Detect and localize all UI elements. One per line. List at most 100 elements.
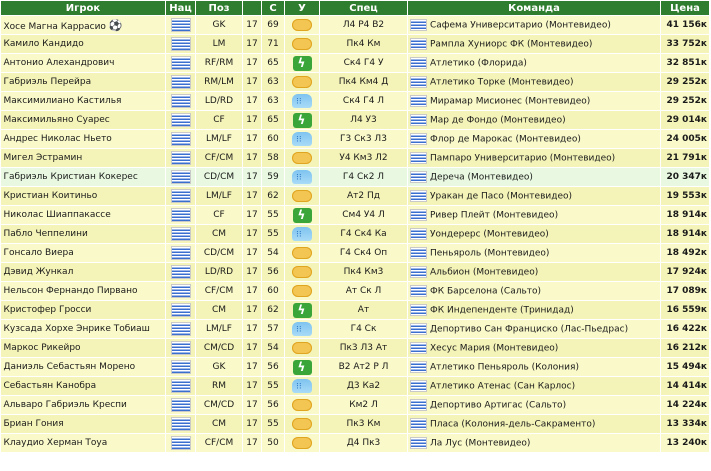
player-name-link[interactable]: Кузсада Хорхе Энрике Тобиаш [4, 324, 150, 334]
team-link[interactable]: Ривер Плейт (Монтевидео) [430, 211, 558, 221]
player-name-cell[interactable]: Кузсада Хорхе Энрике Тобиаш [0, 319, 166, 339]
player-name-cell[interactable]: Бриан Гония [0, 414, 166, 434]
team-link[interactable]: Депортиво Артигас (Сальто) [430, 401, 566, 411]
team-link[interactable]: Депортиво Сан Франциско (Лас-Пьедрас) [430, 325, 628, 335]
team-cell[interactable]: Ла Лус (Монтевидео) [407, 433, 661, 453]
col-strength-header[interactable]: С [261, 0, 285, 16]
table-row[interactable]: Габриэль Кристиан Кокерес CD/CM1759 Г4 Ск2… [0, 167, 710, 187]
player-name-cell[interactable]: Нельсон Фернандо Пирвано [0, 281, 166, 301]
player-name-link[interactable]: Гонсало Виера [4, 248, 74, 258]
player-name-cell[interactable]: Пабло Чеппелини [0, 224, 166, 244]
table-row[interactable]: Клаудио Херман Тоуа CF/CM 17 50 Д4 Пк3 Ла Лус… [0, 433, 710, 453]
player-name-link[interactable]: Максимилиано Кастилья [4, 96, 122, 106]
col-position-header[interactable]: Поз [195, 0, 243, 16]
team-cell[interactable]: Рампла Хуниорс ФК (Монтевидео) [407, 34, 661, 54]
team-link[interactable]: Ла Лус (Монтевидео) [430, 439, 530, 449]
table-row[interactable]: Гонсало Виера CD/CM 17 54 Г4 Ск4 Оп Пеньяроль… [0, 243, 710, 263]
team-link[interactable]: Флор де Марокас (Монтевидео) [430, 135, 581, 145]
player-name-link[interactable]: Нельсон Фернандо Пирвано [4, 286, 138, 296]
team-cell[interactable]: Хесус Мария (Монтевидео) [407, 338, 661, 358]
team-cell[interactable]: Пампаро Университарио (Монтевидео) [407, 148, 661, 168]
table-row[interactable]: Максимильяно Суарес CF1765 Л4 У3 Мар де Фон… [0, 110, 710, 130]
player-name-link[interactable]: Себастьян Канобра [4, 381, 97, 391]
table-row[interactable]: Кузсада Хорхе Энрике Тобиаш LM/LF1757 Г4 С… [0, 319, 710, 339]
team-cell[interactable]: Атлетико Торке (Монтевидео) [407, 72, 661, 92]
team-link[interactable]: Дереча (Монтевидео) [430, 173, 533, 183]
table-row[interactable]: Габриэль Перейра RM/LM 17 63 Пк4 Км4 Д Атлети… [0, 72, 710, 92]
player-name-link[interactable]: Кристофер Гросси [4, 305, 92, 315]
table-row[interactable]: Нельсон Фернандо Пирвано CF/CM 17 60 Ат Ск Л… [0, 281, 710, 301]
player-name-link[interactable]: Габриэль Кристиан Кокерес [4, 172, 138, 182]
table-row[interactable]: Хосе Магна Каррасио ⚽ GK 17 69 Л4 Р4 В2 Сафем… [0, 15, 710, 35]
team-link[interactable]: Рампла Хуниорс ФК (Монтевидео) [430, 40, 592, 50]
team-cell[interactable]: Ривер Плейт (Монтевидео) [407, 205, 661, 225]
team-cell[interactable]: Атлетико (Флорида) [407, 53, 661, 73]
player-name-cell[interactable]: Маркос Рикейро [0, 338, 166, 358]
team-cell[interactable]: Флор де Марокас (Монтевидео) [407, 129, 661, 149]
col-nationality-header[interactable]: Нац [165, 0, 196, 16]
player-name-link[interactable]: Маркос Рикейро [4, 343, 81, 353]
team-link[interactable]: Пампаро Университарио (Монтевидео) [430, 154, 615, 164]
player-name-link[interactable]: Андрес Николас Ньето [4, 134, 112, 144]
table-row[interactable]: Кристофер Гросси CM1762 Ат ФК Индепенденте … [0, 300, 710, 320]
team-link[interactable]: Пеньяроль (Монтевидео) [430, 249, 549, 259]
team-link[interactable]: Пласа (Колония-дель-Сакраменто) [430, 420, 595, 430]
table-row[interactable]: Антонио Алехандрович RF/RM1765 Ск4 Г4 У Атл… [0, 53, 710, 73]
player-name-cell[interactable]: Андрес Николас Ньето [0, 129, 166, 149]
team-link[interactable]: Атлетико Торке (Монтевидео) [430, 78, 574, 88]
player-name-cell[interactable]: Максимилиано Кастилья [0, 91, 166, 111]
table-row[interactable]: Дэвид Жункал LD/RD 17 56 Пк4 Км3 Альбион (Мон… [0, 262, 710, 282]
team-cell[interactable]: Мар де Фондо (Монтевидео) [407, 110, 661, 130]
table-row[interactable]: Кристиан Коитиньо LM/LF 17 62 Ат2 Пд Уракан д… [0, 186, 710, 206]
team-cell[interactable]: Уракан де Пасо (Монтевидео) [407, 186, 661, 206]
team-link[interactable]: Сафема Университарио (Монтевидео) [430, 21, 611, 31]
col-price-header[interactable]: Цена [660, 0, 710, 16]
player-name-cell[interactable]: Даниэль Себастьян Морено [0, 357, 166, 377]
player-name-link[interactable]: Антонио Алехандрович [4, 58, 115, 68]
team-link[interactable]: Атлетико (Флорида) [430, 59, 527, 69]
team-cell[interactable]: Пеньяроль (Монтевидео) [407, 243, 661, 263]
team-cell[interactable]: ФК Барселона (Сальто) [407, 281, 661, 301]
player-name-link[interactable]: Пабло Чеппелини [4, 229, 88, 239]
player-name-link[interactable]: Клаудио Херман Тоуа [4, 438, 108, 448]
table-row[interactable]: Бриан Гония CM 17 55 Пк3 Км Пласа (Колония-де… [0, 414, 710, 434]
team-link[interactable]: Хесус Мария (Монтевидео) [430, 344, 558, 354]
table-row[interactable]: Альваро Габриэль Креспи CM/CD 17 56 Км2 Л Деп… [0, 395, 710, 415]
player-name-link[interactable]: Мигел Эстрамин [4, 153, 83, 163]
team-cell[interactable]: Уондерерс (Монтевидео) [407, 224, 661, 244]
player-name-link[interactable]: Дэвид Жункал [4, 267, 74, 277]
team-cell[interactable]: ФК Индепенденте (Тринидад) [407, 300, 661, 320]
table-row[interactable]: Андрес Николас Ньето LM/LF1760 Г3 Ск3 Л3 Фл… [0, 129, 710, 149]
player-name-cell[interactable]: Дэвид Жункал [0, 262, 166, 282]
player-name-link[interactable]: Даниэль Себастьян Морено [4, 362, 136, 372]
player-name-link[interactable]: Габриэль Перейра [4, 77, 92, 87]
team-link[interactable]: Атлетико Атенас (Сан Карлос) [430, 382, 575, 392]
player-name-cell[interactable]: Максимильяно Суарес [0, 110, 166, 130]
player-name-link[interactable]: Бриан Гония [4, 419, 64, 429]
team-link[interactable]: Мар де Фондо (Монтевидео) [430, 116, 566, 126]
team-cell[interactable]: Мирамар Мисионес (Монтевидео) [407, 91, 661, 111]
team-cell[interactable]: Депортиво Артигас (Сальто) [407, 395, 661, 415]
player-name-cell[interactable]: Себастьян Канобра [0, 376, 166, 396]
team-link[interactable]: Атлетико Пеньяроль (Колония) [430, 363, 579, 373]
table-row[interactable]: Мигел Эстрамин CF/CM 17 58 У4 Км3 Л2 Пампаро … [0, 148, 710, 168]
col-team-header[interactable]: Команда [407, 0, 661, 16]
player-name-link[interactable]: Камило Кандидо [4, 39, 84, 49]
player-name-cell[interactable]: Клаудио Херман Тоуа [0, 433, 166, 453]
table-row[interactable]: Николас Шиаппакассе CF1755 См4 У4 Л Ривер П… [0, 205, 710, 225]
player-name-cell[interactable]: Николас Шиаппакассе [0, 205, 166, 225]
player-name-cell[interactable]: Гонсало Виера [0, 243, 166, 263]
player-name-link[interactable]: Николас Шиаппакассе [4, 210, 111, 220]
team-link[interactable]: Альбион (Монтевидео) [430, 268, 538, 278]
table-row[interactable]: Маркос Рикейро CM/CD 17 54 Пк3 Л3 Ат Хесус Ма… [0, 338, 710, 358]
team-link[interactable]: Мирамар Мисионес (Монтевидео) [430, 97, 590, 107]
player-name-cell[interactable]: Габриэль Перейра [0, 72, 166, 92]
player-name-cell[interactable]: Альваро Габриэль Креспи [0, 395, 166, 415]
player-name-link[interactable]: Максимильяно Суарес [4, 115, 110, 125]
table-row[interactable]: Камило Кандидо LM 17 71 Пк4 Км Рампла Хуниорс… [0, 34, 710, 54]
team-link[interactable]: Уракан де Пасо (Монтевидео) [430, 192, 572, 202]
team-cell[interactable]: Пласа (Колония-дель-Сакраменто) [407, 414, 661, 434]
team-cell[interactable]: Депортиво Сан Франциско (Лас-Пьедрас) [407, 319, 661, 339]
player-name-cell[interactable]: Антонио Алехандрович [0, 53, 166, 73]
player-name-cell[interactable]: Мигел Эстрамин [0, 148, 166, 168]
